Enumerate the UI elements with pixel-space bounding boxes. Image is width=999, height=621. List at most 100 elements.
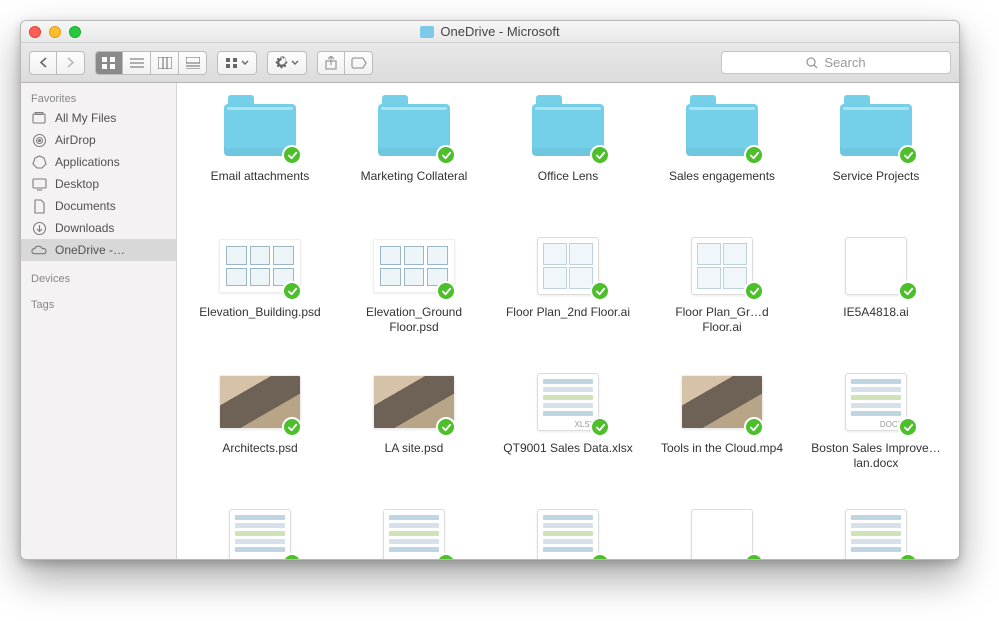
sync-check-icon xyxy=(744,281,764,301)
item-label: QT9001 Sales Data.xlsx xyxy=(503,441,632,456)
sync-check-icon xyxy=(898,145,918,165)
folder-icon xyxy=(526,97,610,163)
file-item[interactable]: Elevation_Ground Floor.psd xyxy=(341,233,487,351)
all-files-icon xyxy=(31,110,47,126)
window-title-label: OneDrive - Microsoft xyxy=(440,24,559,39)
icon-view-button[interactable] xyxy=(95,51,123,75)
folder-icon xyxy=(680,97,764,163)
sync-check-icon xyxy=(744,417,764,437)
finder-window: OneDrive - Microsoft xyxy=(20,20,960,560)
coverflow-view-button[interactable] xyxy=(179,51,207,75)
view-mode-group xyxy=(95,51,207,75)
tag-button[interactable] xyxy=(345,51,373,75)
file-item[interactable]: Elevation_Building.psd xyxy=(187,233,333,351)
folder-item[interactable]: Office Lens xyxy=(495,97,641,215)
list-view-button[interactable] xyxy=(123,51,151,75)
file-item[interactable] xyxy=(803,505,949,559)
back-button[interactable] xyxy=(29,51,57,75)
portrait-page-icon xyxy=(834,233,918,299)
file-item[interactable] xyxy=(187,505,333,559)
sidebar-item-applications[interactable]: Applications xyxy=(21,151,176,173)
sync-check-icon xyxy=(590,145,610,165)
maximize-icon[interactable] xyxy=(69,26,81,38)
file-item[interactable]: Architects.psd xyxy=(187,369,333,487)
search-input[interactable]: Search xyxy=(721,51,951,74)
file-item[interactable] xyxy=(495,505,641,559)
file-item[interactable]: Floor Plan_2nd Floor.ai xyxy=(495,233,641,351)
onedrive-icon xyxy=(31,242,47,258)
portrait-page-icon xyxy=(680,505,764,559)
window-title: OneDrive - Microsoft xyxy=(420,24,559,39)
sidebar-item-label: AirDrop xyxy=(55,133,96,147)
sidebar: Favorites All My Files AirDrop Applicati… xyxy=(21,83,177,559)
toolbar: Search xyxy=(21,43,959,83)
sidebar-item-all-my-files[interactable]: All My Files xyxy=(21,107,176,129)
sidebar-item-label: Desktop xyxy=(55,177,99,191)
onedrive-folder-icon xyxy=(420,26,434,38)
sidebar-item-label: Documents xyxy=(55,199,116,213)
floorplan-page-icon xyxy=(526,233,610,299)
sync-check-icon xyxy=(744,145,764,165)
item-label: Email attachments xyxy=(211,169,310,184)
forward-button[interactable] xyxy=(57,51,85,75)
file-item[interactable] xyxy=(341,505,487,559)
document-page-icon: XLSX xyxy=(526,369,610,435)
folder-item[interactable]: Email attachments xyxy=(187,97,333,215)
photo-thumb-icon xyxy=(218,369,302,435)
close-icon[interactable] xyxy=(29,26,41,38)
share-tag-group xyxy=(317,51,373,75)
column-view-button[interactable] xyxy=(151,51,179,75)
file-item[interactable]: IE5A4818.ai xyxy=(803,233,949,351)
sidebar-item-airdrop[interactable]: AirDrop xyxy=(21,129,176,151)
search-placeholder: Search xyxy=(824,55,865,70)
file-item[interactable]: DOCXBoston Sales Improve…lan.docx xyxy=(803,369,949,487)
content-area[interactable]: Email attachments Marketing Collateral Off… xyxy=(177,83,959,559)
file-item[interactable]: LA site.psd xyxy=(341,369,487,487)
sidebar-item-label: OneDrive -… xyxy=(55,243,125,257)
sync-check-icon xyxy=(282,145,302,165)
folder-icon xyxy=(834,97,918,163)
floorplan-page-icon xyxy=(680,233,764,299)
sidebar-item-documents[interactable]: Documents xyxy=(21,195,176,217)
sidebar-item-desktop[interactable]: Desktop xyxy=(21,173,176,195)
item-label: Floor Plan_2nd Floor.ai xyxy=(506,305,630,320)
folder-item[interactable]: Service Projects xyxy=(803,97,949,215)
arrange-button[interactable] xyxy=(217,51,257,75)
document-page-icon xyxy=(372,505,456,559)
file-item[interactable]: Tools in the Cloud.mp4 xyxy=(649,369,795,487)
sync-check-icon xyxy=(436,417,456,437)
sidebar-item-label: Applications xyxy=(55,155,120,169)
floorplan-thumb-icon xyxy=(372,233,456,299)
file-item[interactable]: XLSX QT9001 Sales Data.xlsx xyxy=(495,369,641,487)
action-button[interactable] xyxy=(267,51,307,75)
sidebar-header-favorites: Favorites xyxy=(21,89,176,107)
sync-check-icon xyxy=(898,417,918,437)
sync-check-icon xyxy=(282,417,302,437)
minimize-icon[interactable] xyxy=(49,26,61,38)
item-label: Tools in the Cloud.mp4 xyxy=(661,441,783,456)
titlebar: OneDrive - Microsoft xyxy=(21,21,959,43)
file-item[interactable] xyxy=(649,505,795,559)
sidebar-item-label: Downloads xyxy=(55,221,114,235)
item-label: LA site.psd xyxy=(385,441,444,456)
sidebar-header-tags: Tags xyxy=(21,295,176,313)
search-icon xyxy=(806,57,818,69)
document-page-icon xyxy=(218,505,302,559)
file-item[interactable]: Floor Plan_Gr…d Floor.ai xyxy=(649,233,795,351)
airdrop-icon xyxy=(31,132,47,148)
share-button[interactable] xyxy=(317,51,345,75)
desktop-icon xyxy=(31,176,47,192)
folder-item[interactable]: Sales engagements xyxy=(649,97,795,215)
icon-grid: Email attachments Marketing Collateral Off… xyxy=(187,97,949,559)
photo-thumb-icon xyxy=(372,369,456,435)
document-page-icon: DOCX xyxy=(834,369,918,435)
item-label: Office Lens xyxy=(538,169,598,184)
documents-icon xyxy=(31,198,47,214)
body: Favorites All My Files AirDrop Applicati… xyxy=(21,83,959,559)
sidebar-item-downloads[interactable]: Downloads xyxy=(21,217,176,239)
sidebar-item-onedrive[interactable]: OneDrive -… xyxy=(21,239,176,261)
folder-icon xyxy=(218,97,302,163)
downloads-icon xyxy=(31,220,47,236)
arrange-group xyxy=(217,51,257,75)
folder-item[interactable]: Marketing Collateral xyxy=(341,97,487,215)
